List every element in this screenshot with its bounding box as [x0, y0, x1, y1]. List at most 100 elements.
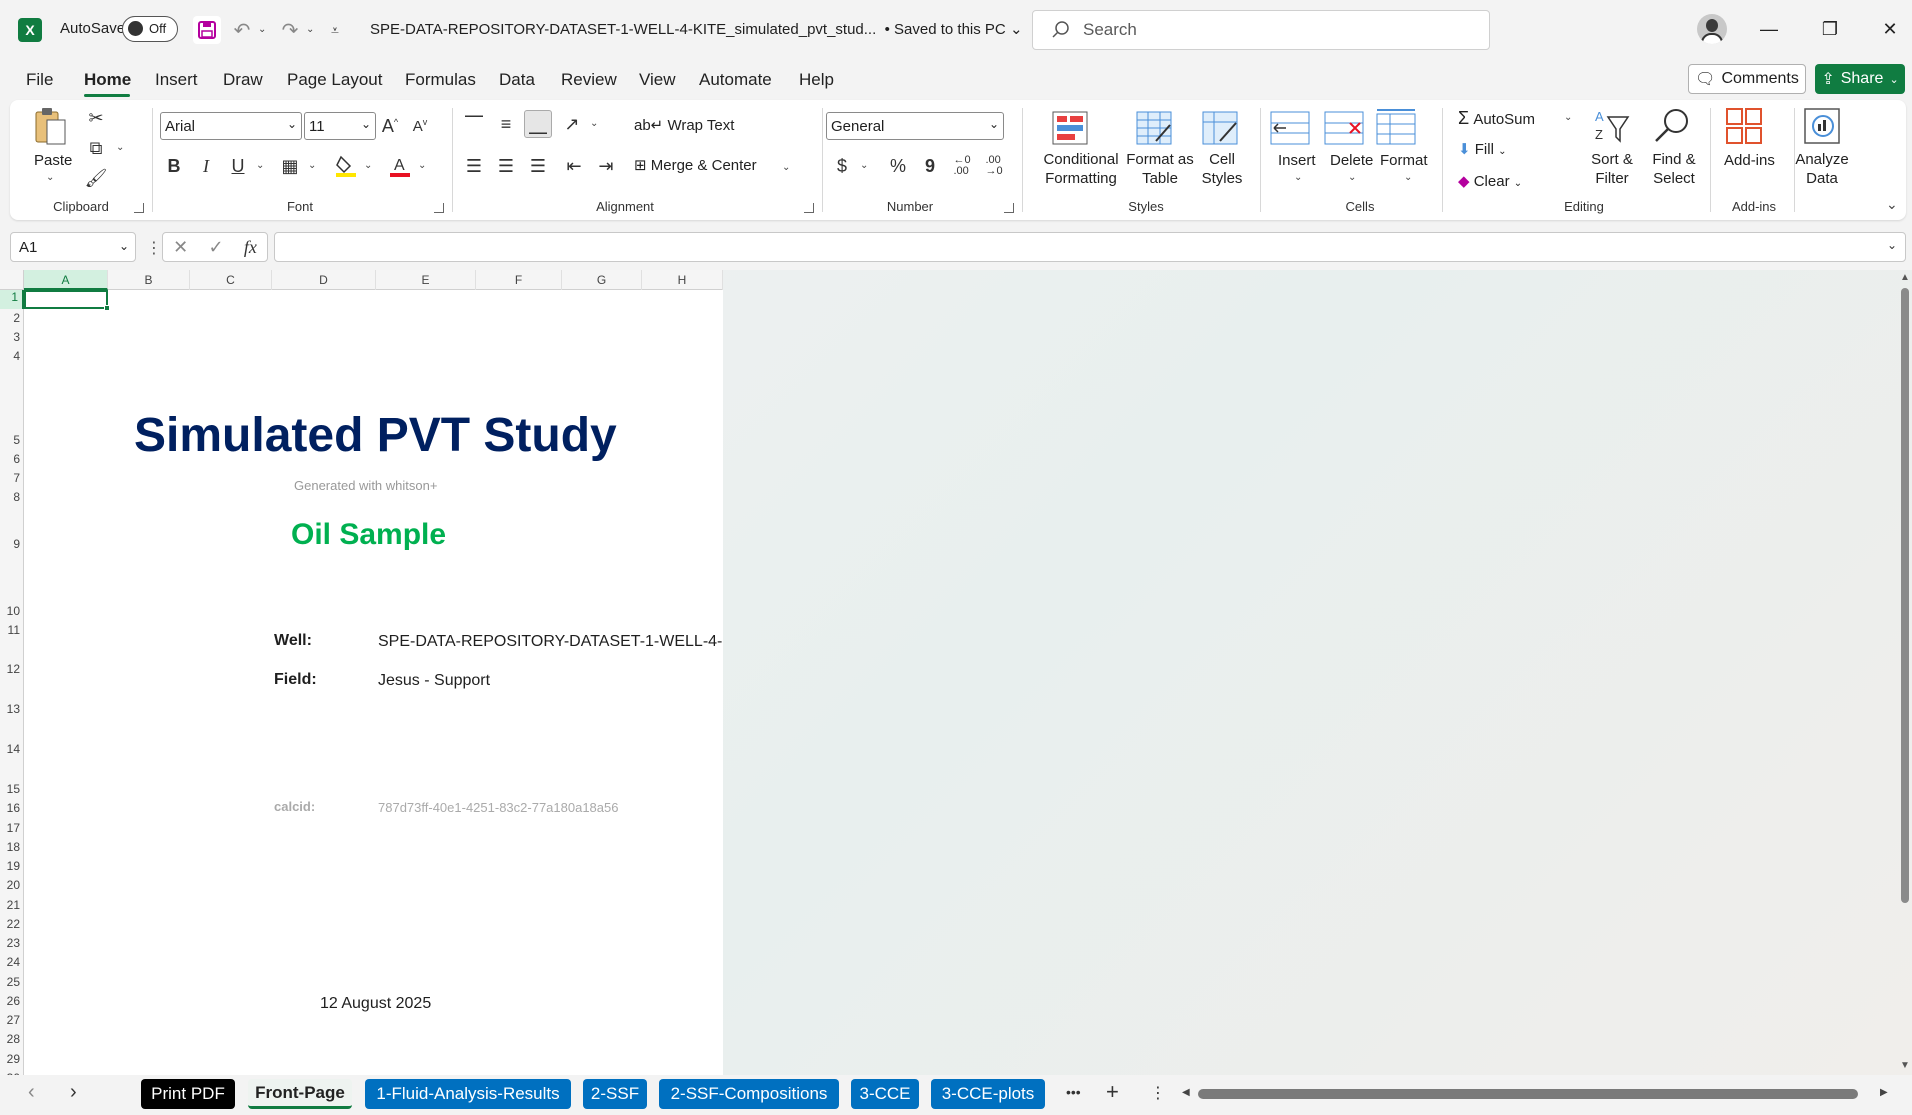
insert-cells-button[interactable]: Insert: [1278, 152, 1316, 169]
paste-button[interactable]: [32, 106, 68, 146]
collapse-ribbon-icon[interactable]: ⌄: [1886, 196, 1898, 213]
column-header-b[interactable]: B: [108, 270, 190, 290]
copy-dropdown-icon[interactable]: ⌄: [116, 142, 124, 153]
tab-options-icon[interactable]: ⋮: [1150, 1083, 1166, 1103]
share-button[interactable]: ⇪ Share ⌄: [1815, 64, 1905, 94]
menu-draw[interactable]: Draw: [223, 70, 263, 90]
copy-button[interactable]: ⧉: [84, 136, 108, 160]
currency-dropdown-icon[interactable]: ⌄: [860, 160, 868, 171]
row-header[interactable]: 2: [0, 311, 24, 325]
row-header[interactable]: 18: [0, 840, 24, 854]
save-button[interactable]: [193, 16, 221, 44]
underline-button[interactable]: U: [224, 152, 252, 180]
insert-dropdown-icon[interactable]: ⌄: [1294, 172, 1302, 183]
increase-decimal-button[interactable]: ←0 .00: [948, 152, 976, 180]
column-header-f[interactable]: F: [476, 270, 562, 290]
scroll-left-icon[interactable]: ◀: [1182, 1087, 1190, 1098]
decrease-font-button[interactable]: Av: [406, 112, 434, 140]
row-header[interactable]: 19: [0, 859, 24, 873]
insert-function-button[interactable]: fx: [244, 237, 257, 258]
borders-button[interactable]: ▦: [276, 152, 304, 180]
menu-view[interactable]: View: [639, 70, 676, 90]
tab-ssf[interactable]: 2-SSF: [583, 1079, 647, 1109]
cell-styles-button[interactable]: Cell Styles: [1194, 150, 1250, 188]
alignment-launcher[interactable]: [804, 203, 814, 213]
borders-dropdown-icon[interactable]: ⌄: [308, 160, 316, 171]
autosave-toggle[interactable]: Off: [122, 16, 178, 42]
row-header[interactable]: 13: [0, 702, 24, 716]
merge-dropdown-icon[interactable]: ⌄: [782, 162, 790, 173]
column-header-g[interactable]: G: [562, 270, 642, 290]
row-header[interactable]: 28: [0, 1032, 24, 1046]
fill-handle[interactable]: [104, 305, 110, 311]
undo-dropdown-icon[interactable]: ⌄: [258, 24, 266, 35]
row-header[interactable]: 29: [0, 1052, 24, 1066]
align-center-button[interactable]: ☰: [492, 152, 520, 180]
bold-button[interactable]: B: [160, 152, 188, 180]
document-title[interactable]: SPE-DATA-REPOSITORY-DATASET-1-WELL-4-KIT…: [370, 20, 1023, 38]
row-header[interactable]: 15: [0, 782, 24, 796]
cut-button[interactable]: ✂: [84, 106, 108, 130]
clear-button[interactable]: ◆ Clear ⌄: [1458, 172, 1522, 190]
row-header[interactable]: 11: [0, 623, 24, 637]
menu-page-layout[interactable]: Page Layout: [287, 70, 382, 90]
row-header[interactable]: 26: [0, 994, 24, 1008]
number-format-select[interactable]: General ⌄: [826, 112, 1004, 140]
decrease-indent-button[interactable]: ⇤: [560, 152, 588, 180]
tab-cce-plots[interactable]: 3-CCE-plots: [931, 1079, 1045, 1109]
row-header[interactable]: 6: [0, 452, 24, 466]
add-sheet-button[interactable]: +: [1106, 1079, 1119, 1105]
conditional-formatting-button[interactable]: Conditional Formatting: [1028, 150, 1134, 188]
number-launcher[interactable]: [1004, 203, 1014, 213]
avatar[interactable]: [1697, 14, 1727, 44]
menu-home[interactable]: Home: [84, 70, 131, 90]
align-left-button[interactable]: ☰: [460, 152, 488, 180]
row-header[interactable]: 22: [0, 917, 24, 931]
align-right-button[interactable]: ☰: [524, 152, 552, 180]
row-header[interactable]: 25: [0, 975, 24, 989]
bottom-align-button[interactable]: ⎽: [524, 110, 552, 138]
orientation-button[interactable]: ↗: [558, 110, 586, 138]
vertical-scroll-thumb[interactable]: [1901, 288, 1909, 903]
menu-automate[interactable]: Automate: [699, 70, 772, 90]
analyze-data-button[interactable]: Analyze Data: [1792, 150, 1852, 188]
minimize-button[interactable]: —: [1746, 12, 1792, 46]
formula-input[interactable]: ⌄: [274, 232, 1906, 262]
percent-button[interactable]: %: [884, 152, 912, 180]
row-header[interactable]: 5: [0, 433, 24, 447]
font-color-button[interactable]: A: [386, 152, 414, 180]
autosum-dropdown-icon[interactable]: ⌄: [1564, 112, 1572, 123]
next-sheet-icon[interactable]: ›: [70, 1081, 77, 1104]
previous-sheet-icon[interactable]: ‹: [28, 1081, 35, 1104]
more-options-icon[interactable]: ⋮: [146, 238, 162, 258]
row-header[interactable]: 16: [0, 801, 24, 815]
wrap-text-button[interactable]: ab↵ Wrap Text: [634, 116, 734, 134]
row-header[interactable]: 1: [0, 290, 24, 309]
row-header[interactable]: 17: [0, 821, 24, 835]
menu-help[interactable]: Help: [799, 70, 834, 90]
name-box[interactable]: A1 ⌄: [10, 232, 136, 262]
comments-button[interactable]: 🗨 Comments: [1688, 64, 1806, 94]
redo-button[interactable]: ↷: [276, 16, 304, 44]
orientation-dropdown-icon[interactable]: ⌄: [590, 118, 598, 129]
menu-insert[interactable]: Insert: [155, 70, 198, 90]
font-launcher[interactable]: [434, 203, 444, 213]
scroll-down-icon[interactable]: ▼: [1900, 1060, 1910, 1071]
row-header[interactable]: 14: [0, 742, 24, 756]
comma-style-button[interactable]: 9: [916, 152, 944, 180]
format-painter-button[interactable]: 🖌: [84, 166, 108, 190]
enter-icon[interactable]: ✓: [208, 237, 223, 258]
fill-color-dropdown-icon[interactable]: ⌄: [364, 160, 372, 171]
italic-button[interactable]: I: [192, 152, 220, 180]
clipboard-launcher[interactable]: [134, 203, 144, 213]
paste-dropdown-icon[interactable]: ⌄: [46, 172, 54, 183]
format-as-table-button[interactable]: Format as Table: [1120, 150, 1200, 188]
autosum-button[interactable]: Σ AutoSum: [1458, 108, 1535, 129]
more-sheets-button[interactable]: •••: [1066, 1084, 1081, 1100]
find-select-button[interactable]: Find & Select: [1644, 150, 1704, 188]
row-header[interactable]: 24: [0, 955, 24, 969]
underline-dropdown-icon[interactable]: ⌄: [256, 160, 264, 171]
column-header-e[interactable]: E: [376, 270, 476, 290]
column-header-c[interactable]: C: [190, 270, 272, 290]
middle-align-button[interactable]: ≡: [492, 110, 520, 138]
